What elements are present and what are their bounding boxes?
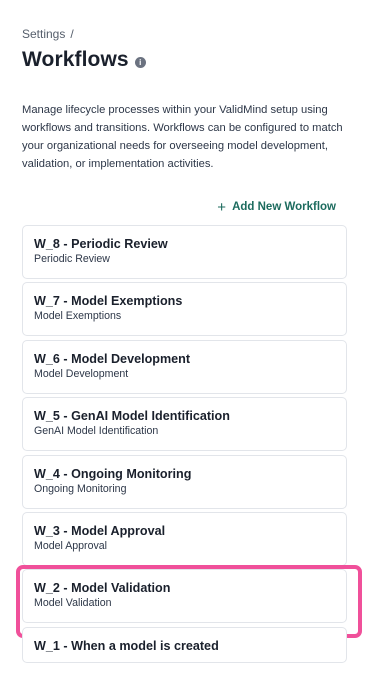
add-new-workflow-label: Add New Workflow [232, 201, 336, 213]
workflow-subtitle: Model Validation [34, 597, 112, 610]
workflow-title: W_3 - Model Approval [34, 523, 166, 538]
workflow-subtitle: Model Development [34, 367, 129, 380]
workflow-card-w2[interactable]: W_2 - Model Validation Model Validation [16, 565, 362, 639]
actions-bar: + Add New Workflow [22, 198, 347, 216]
workflow-title: W_1 - When a model is created [34, 638, 219, 653]
workflow-card-w3[interactable]: W_3 - Model Approval Model Approval [22, 511, 347, 566]
workflows-page: Settings / Workflows i Manage lifecycle … [16, 0, 362, 666]
workflow-card-w6[interactable]: W_6 - Model Development Model Developmen… [22, 339, 347, 394]
workflow-title: W_8 - Periodic Review [34, 237, 168, 251]
breadcrumb: Settings / [22, 27, 347, 41]
page-title: Workflows [22, 48, 129, 71]
workflow-title: W_7 - Model Exemptions [34, 294, 183, 309]
workflow-card-w8[interactable]: W_8 - Periodic Review Periodic Review [22, 225, 347, 279]
info-icon[interactable]: i [134, 56, 146, 68]
workflow-subtitle: Model Exemptions [34, 310, 122, 323]
workflow-subtitle: Model Approval [34, 539, 108, 552]
breadcrumb-settings-link[interactable]: Settings [22, 27, 65, 41]
workflow-subtitle: Periodic Review [34, 253, 110, 265]
workflow-subtitle: GenAI Model Identification [34, 425, 159, 438]
page-description: Manage lifecycle processes within your V… [22, 104, 343, 170]
workflow-title: W_4 - Ongoing Monitoring [34, 466, 192, 481]
workflow-subtitle: Ongoing Monitoring [34, 482, 127, 495]
plus-icon: + [217, 198, 227, 216]
workflow-card-w7[interactable]: W_7 - Model Exemptions Model Exemptions [22, 282, 347, 337]
workflow-list: W_8 - Periodic Review Periodic Review W_… [16, 225, 362, 663]
workflow-title: W_5 - GenAI Model Identification [34, 409, 230, 424]
workflow-card-w5[interactable]: W_5 - GenAI Model Identification GenAI M… [22, 397, 347, 452]
workflow-title: W_6 - Model Development [34, 351, 191, 366]
workflow-card-w1[interactable]: W_1 - When a model is created [22, 626, 347, 663]
workflow-title: W_2 - Model Validation [34, 581, 171, 596]
title-row: Workflows i [22, 45, 347, 75]
add-new-workflow-button[interactable]: + Add New Workflow [217, 198, 336, 216]
workflow-card-w4[interactable]: W_4 - Ongoing Monitoring Ongoing Monitor… [22, 454, 347, 509]
breadcrumb-separator: / [70, 27, 74, 41]
